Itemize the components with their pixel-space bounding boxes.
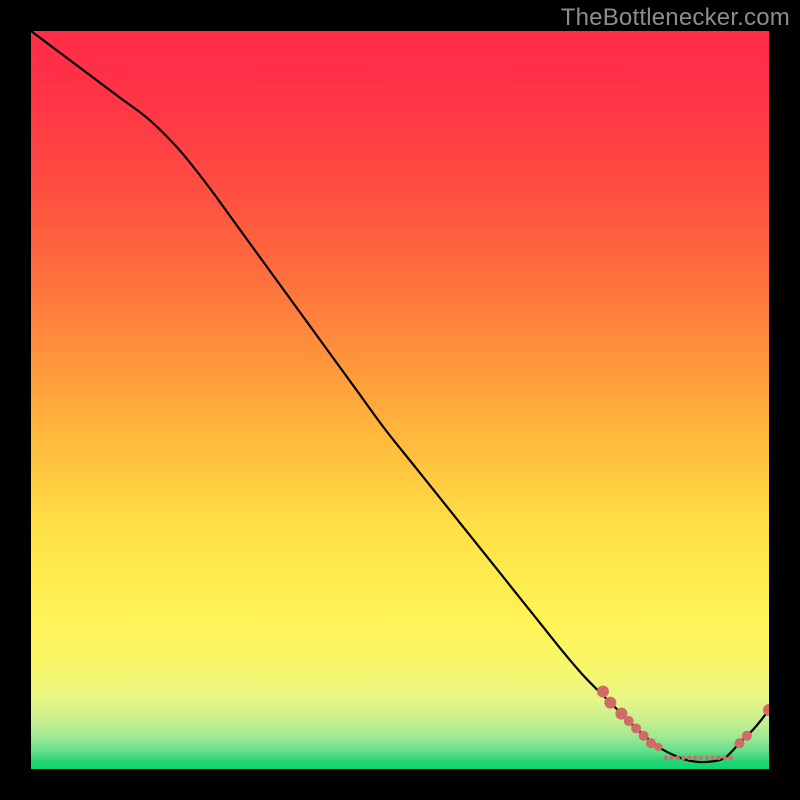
- tiny-marker: [693, 756, 698, 761]
- chart-svg: [31, 31, 769, 769]
- data-marker: [597, 686, 609, 698]
- data-marker: [654, 743, 662, 751]
- tiny-marker: [681, 756, 686, 761]
- tiny-marker: [711, 756, 716, 761]
- tiny-marker: [728, 756, 733, 761]
- attribution-label: TheBottlenecker.com: [561, 4, 790, 32]
- data-marker: [639, 731, 649, 741]
- tiny-marker: [663, 756, 668, 761]
- tiny-marker: [669, 756, 674, 761]
- tiny-marker: [722, 756, 727, 761]
- plot-area: [31, 31, 769, 769]
- tiny-marker: [699, 756, 704, 761]
- tiny-marker: [687, 756, 692, 761]
- tiny-marker: [717, 756, 722, 761]
- tiny-marker: [705, 756, 710, 761]
- chart-frame: TheBottlenecker.com: [0, 0, 800, 800]
- data-marker: [604, 697, 616, 709]
- tiny-marker: [675, 756, 680, 761]
- data-marker: [734, 738, 744, 748]
- data-marker: [624, 716, 634, 726]
- data-marker: [631, 723, 641, 733]
- data-marker: [742, 731, 752, 741]
- gradient-background: [31, 31, 769, 769]
